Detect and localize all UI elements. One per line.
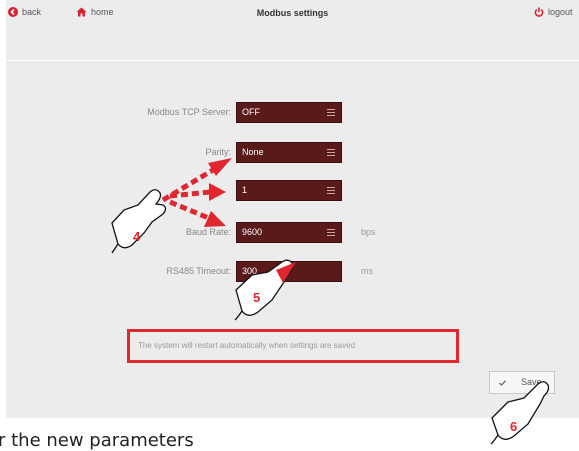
- step6-number: 6: [510, 419, 517, 434]
- annotation-overlay: 4 5 6: [111, 158, 550, 445]
- hand-pointer-icon: [490, 381, 550, 445]
- step4-number: 4: [133, 229, 141, 244]
- step5-number: 5: [253, 290, 260, 305]
- caption-text: r the new parameters: [0, 430, 194, 451]
